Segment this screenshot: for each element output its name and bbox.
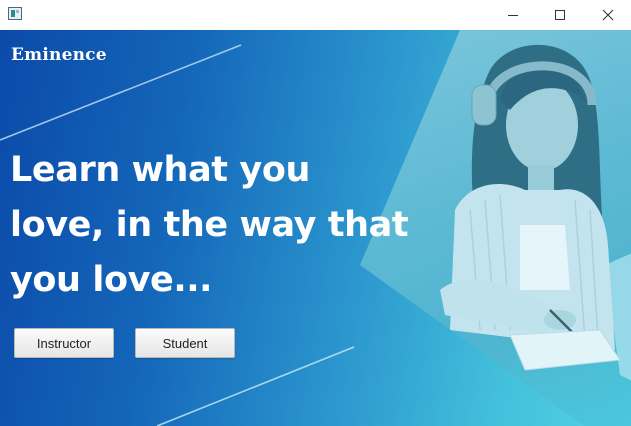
hero-panel: Eminence Learn what you love, in the way… xyxy=(0,30,631,426)
maximize-icon xyxy=(555,10,565,20)
headline-line-2: love, in the way that xyxy=(10,205,409,245)
minimize-button[interactable] xyxy=(490,0,536,30)
minimize-icon xyxy=(508,15,518,16)
app-window: Eminence Learn what you love, in the way… xyxy=(0,0,631,426)
close-button[interactable] xyxy=(585,0,631,30)
student-button[interactable]: Student xyxy=(135,328,235,358)
app-icon xyxy=(8,7,22,20)
headline-line-1: Learn what you xyxy=(10,150,310,190)
hero-headline: Learn what you love, in the way that you… xyxy=(10,143,430,308)
headline-line-3: you love... xyxy=(10,260,213,300)
title-bar[interactable] xyxy=(0,0,631,30)
brand-logo: Eminence xyxy=(11,45,107,65)
instructor-button[interactable]: Instructor xyxy=(14,328,114,358)
maximize-button[interactable] xyxy=(537,0,583,30)
close-icon xyxy=(602,9,614,21)
